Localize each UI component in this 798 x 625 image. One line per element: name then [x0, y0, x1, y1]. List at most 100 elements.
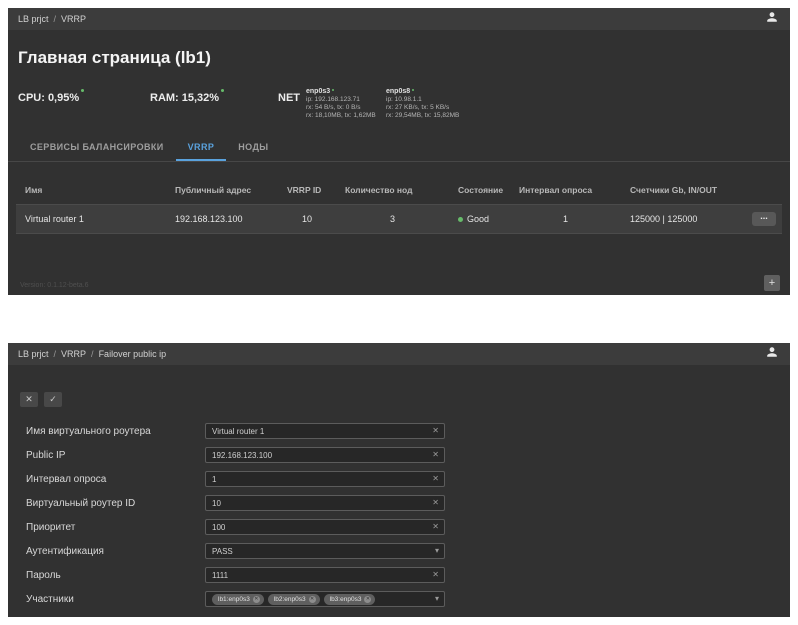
plus-icon: +	[769, 277, 775, 289]
host-stats: CPU: 0,95% RAM: 15,32% NET enp0s3 ip: 19…	[8, 88, 790, 120]
interface-enp0s3: enp0s3 ip: 192.168.123.71 rx: 54 B/s, tx…	[306, 88, 386, 120]
table-row[interactable]: Virtual router 1 192.168.123.100 10 3 Go…	[16, 204, 782, 234]
members-multiselect[interactable]: lb1:enp0s3✕ lb2:enp0s3✕ lb3:enp0s3✕ ▾	[205, 591, 445, 607]
field-label: Виртуальный роутер ID	[26, 498, 205, 509]
router-name-input[interactable]: Virtual router 1 ✕	[205, 423, 445, 439]
col-header-counters: Счетчики Gb, IN/OUT	[621, 185, 741, 195]
ram-status-dot	[221, 89, 224, 92]
confirm-button[interactable]: ✓	[44, 392, 62, 407]
interface-rate: rx: 27 KB/s, tx: 5 KB/s	[386, 104, 466, 112]
form-row-public-ip: Public IP 192.168.123.100 ✕	[8, 443, 790, 467]
col-header-vrrp-id: VRRP ID	[278, 185, 336, 195]
cell-name: Virtual router 1	[16, 214, 166, 224]
clear-field-icon[interactable]: ✕	[432, 499, 439, 507]
form-row-poll-interval: Интервал опроса 1 ✕	[8, 467, 790, 491]
breadcrumb-item-project[interactable]: LB prjct	[18, 14, 49, 24]
interface-status-dot	[332, 89, 334, 91]
chip-label: lb1:enp0s3	[218, 596, 250, 603]
user-menu-button[interactable]	[764, 11, 780, 27]
form-row-router-name: Имя виртуального роутера Virtual router …	[8, 419, 790, 443]
chip-label: lb2:enp0s3	[274, 596, 306, 603]
vrrp-table: Имя Публичный адрес VRRP ID Количество н…	[16, 176, 782, 234]
cpu-status-dot	[81, 89, 84, 92]
field-label: Имя виртуального роутера	[26, 426, 205, 437]
version-label: Version: 0.1.12-beta.6	[20, 282, 89, 289]
top-app-bar: LB prjct / VRRP	[8, 8, 790, 30]
top-app-bar: LB prjct / VRRP / Failover public ip	[8, 343, 790, 365]
user-menu-button[interactable]	[764, 346, 780, 362]
form-row-router-id: Виртуальный роутер ID 10 ✕	[8, 491, 790, 515]
breadcrumb-separator: /	[54, 349, 57, 359]
priority-input[interactable]: 100 ✕	[205, 519, 445, 535]
cancel-button[interactable]: ✕	[20, 392, 38, 407]
field-label: Public IP	[26, 450, 205, 461]
breadcrumb-item-vrrp[interactable]: VRRP	[61, 14, 86, 24]
row-actions-button[interactable]: ...	[752, 212, 776, 226]
chevron-down-icon[interactable]: ▾	[435, 595, 439, 603]
remove-chip-icon[interactable]: ✕	[253, 596, 260, 603]
page-title: Главная страница (lb1)	[8, 48, 790, 68]
tab-nodes[interactable]: НОДЫ	[226, 136, 280, 161]
field-label: Пароль	[26, 570, 205, 581]
breadcrumb: LB prjct / VRRP / Failover public ip	[18, 349, 166, 359]
breadcrumb: LB prjct / VRRP	[18, 14, 86, 24]
interface-ip: ip: 10.98.1.1	[386, 96, 466, 104]
interface-ip: ip: 192.168.123.71	[306, 96, 386, 104]
input-value: 1	[212, 475, 432, 484]
col-header-name: Имя	[16, 185, 166, 195]
form-row-password: Пароль 1111 ✕	[8, 563, 790, 587]
clear-field-icon[interactable]: ✕	[432, 523, 439, 531]
public-ip-input[interactable]: 192.168.123.100 ✕	[205, 447, 445, 463]
cell-public-address: 192.168.123.100	[166, 214, 278, 224]
vrrp-overview-panel: LB prjct / VRRP Главная страница (lb1) C…	[8, 8, 790, 295]
add-vrrp-button[interactable]: +	[764, 275, 780, 291]
clear-field-icon[interactable]: ✕	[432, 427, 439, 435]
breadcrumb-item-failover[interactable]: Failover public ip	[99, 349, 167, 359]
clear-field-icon[interactable]: ✕	[432, 571, 439, 579]
breadcrumb-item-project[interactable]: LB prjct	[18, 349, 49, 359]
cell-poll-interval: 1	[510, 214, 621, 224]
interface-total: rx: 18,10MB, tx: 1,62MB	[306, 112, 386, 120]
clear-field-icon[interactable]: ✕	[432, 475, 439, 483]
form-row-members: Участники lb1:enp0s3✕ lb2:enp0s3✕ lb3:en…	[8, 587, 790, 611]
col-header-state: Состояние	[449, 185, 510, 195]
ram-value: RAM: 15,32%	[150, 92, 219, 104]
remove-chip-icon[interactable]: ✕	[309, 596, 316, 603]
tab-bar: СЕРВИСЫ БАЛАНСИРОВКИ VRRP НОДЫ	[8, 136, 790, 162]
cpu-stat: CPU: 0,95%	[18, 88, 150, 106]
member-chip[interactable]: lb3:enp0s3✕	[324, 594, 376, 605]
member-chip[interactable]: lb1:enp0s3✕	[212, 594, 264, 605]
remove-chip-icon[interactable]: ✕	[364, 596, 371, 603]
input-value: Virtual router 1	[212, 427, 432, 436]
chevron-down-icon[interactable]: ▾	[435, 547, 439, 555]
form-row-authentication: Аутентификация PASS ▾	[8, 539, 790, 563]
interface-enp0s8: enp0s8 ip: 10.98.1.1 rx: 27 KB/s, tx: 5 …	[386, 88, 466, 120]
col-header-public-address: Публичный адрес	[166, 185, 278, 195]
authentication-select[interactable]: PASS ▾	[205, 543, 445, 559]
net-label-text: NET	[278, 92, 300, 104]
interface-status-dot	[412, 89, 414, 91]
tab-vrrp[interactable]: VRRP	[176, 136, 227, 161]
interface-name: enp0s8	[386, 88, 410, 95]
poll-interval-input[interactable]: 1 ✕	[205, 471, 445, 487]
state-ok-dot	[458, 217, 463, 222]
field-label: Аутентификация	[26, 546, 205, 557]
cell-counters: 125000 | 125000	[621, 214, 741, 224]
password-input[interactable]: 1111 ✕	[205, 567, 445, 583]
failover-form: Имя виртуального роутера Virtual router …	[8, 419, 790, 611]
clear-field-icon[interactable]: ✕	[432, 451, 439, 459]
input-value: 10	[212, 499, 432, 508]
table-header-row: Имя Публичный адрес VRRP ID Количество н…	[16, 176, 782, 204]
input-value: 192.168.123.100	[212, 451, 432, 460]
col-header-node-count: Количество нод	[336, 185, 449, 195]
breadcrumb-separator: /	[54, 14, 57, 24]
ellipsis-icon: ...	[760, 211, 768, 221]
breadcrumb-item-vrrp[interactable]: VRRP	[61, 349, 86, 359]
cell-state: Good	[449, 214, 510, 224]
check-icon: ✓	[49, 394, 57, 405]
breadcrumb-separator: /	[91, 349, 94, 359]
router-id-input[interactable]: 10 ✕	[205, 495, 445, 511]
ram-stat: RAM: 15,32%	[150, 88, 278, 106]
member-chip[interactable]: lb2:enp0s3✕	[268, 594, 320, 605]
tab-balancing-services[interactable]: СЕРВИСЫ БАЛАНСИРОВКИ	[18, 136, 176, 161]
